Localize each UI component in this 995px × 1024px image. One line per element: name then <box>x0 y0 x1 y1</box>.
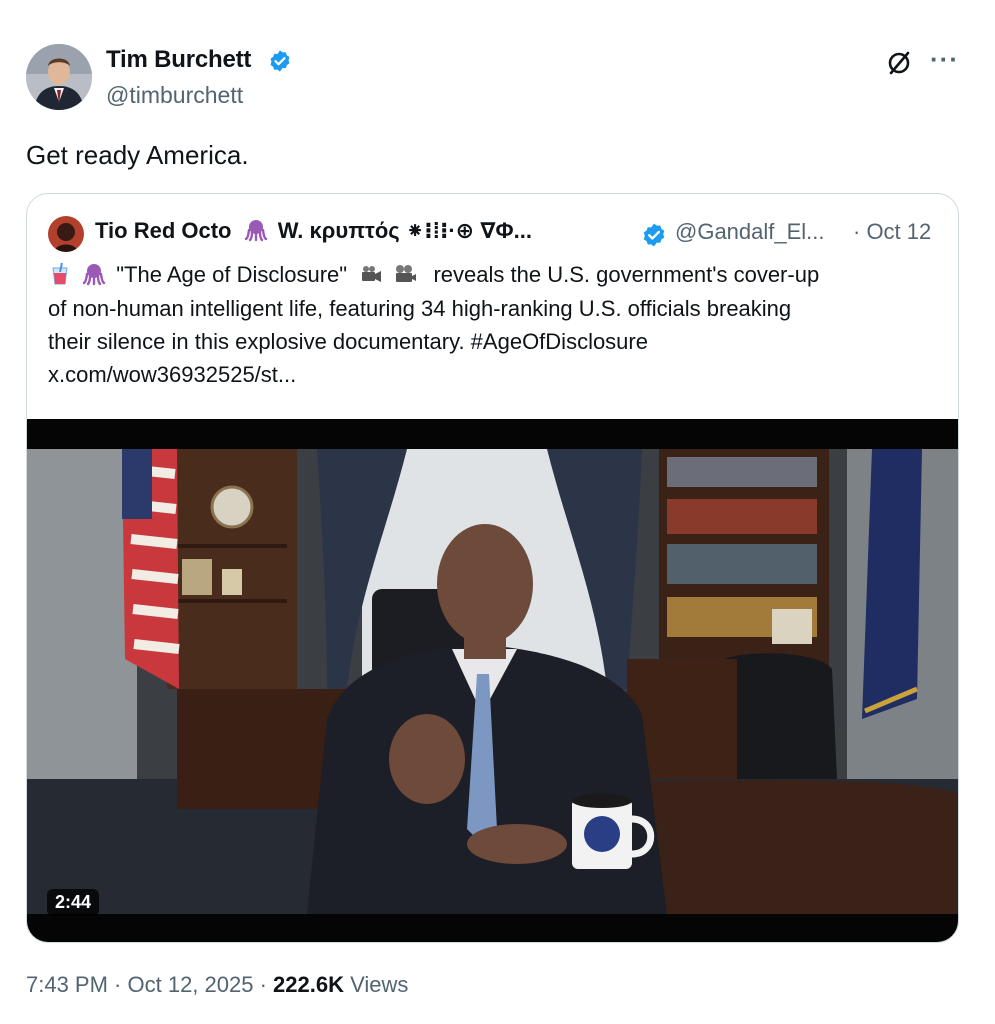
octopus-emoji-icon <box>244 220 267 242</box>
views-label: Views <box>344 972 409 997</box>
quote-text-line-2: of non-human intelligent life, featuring… <box>48 296 792 321</box>
video-thumbnail <box>27 449 958 914</box>
video-duration-badge: 2:44 <box>47 889 100 916</box>
author-avatar[interactable] <box>26 44 92 110</box>
quote-film-title: "The Age of Disclosure" <box>116 262 348 287</box>
quote-verified-badge-icon <box>643 223 665 247</box>
quote-link[interactable]: x.com/wow36932525/st... <box>48 362 296 388</box>
tweet-date[interactable]: Oct 12, 2025 <box>128 972 254 997</box>
quote-author-name[interactable]: Tio Red Octo W. κρυπτός ⁕⁝⁞⁝·⊕ ∇Φ... <box>95 218 532 244</box>
tweet: Tim Burchett @timburchett ··· Get ready … <box>0 0 995 1024</box>
meta-separator: · <box>253 972 274 997</box>
quote-text-rest: reveals the U.S. government's cover-up <box>433 262 820 287</box>
tweet-meta: 7:43 PM · Oct 12, 2025 · 222.6K Views <box>26 972 408 998</box>
meta-separator: · <box>107 972 128 997</box>
quote-author-name-text: Tio Red Octo <box>95 218 232 243</box>
movie-camera-emoji-icon <box>362 266 382 282</box>
author-name[interactable]: Tim Burchett <box>106 46 251 74</box>
grok-icon[interactable] <box>884 48 914 78</box>
quote-author-name-rest: W. κρυπτός ⁕⁝⁞⁝·⊕ ∇Φ... <box>277 218 532 243</box>
quote-date[interactable]: · Oct 12 <box>853 219 931 245</box>
more-options-icon[interactable]: ··· <box>930 44 959 75</box>
video-player[interactable]: 2:44 <box>27 419 958 942</box>
octopus-emoji-icon <box>82 264 106 286</box>
author-handle[interactable]: @timburchett <box>106 82 243 109</box>
tweet-text: Get ready America. <box>26 140 249 170</box>
quote-text-line-1: "The Age of Disclosure" reveals the U.S.… <box>48 262 819 288</box>
tweet-time[interactable]: 7:43 PM <box>26 972 108 997</box>
film-projector-emoji-icon <box>396 265 417 282</box>
quoted-tweet-card[interactable]: Tio Red Octo W. κρυπτός ⁕⁝⁞⁝·⊕ ∇Φ... @Ga… <box>26 193 959 943</box>
quote-author-avatar[interactable] <box>48 216 84 252</box>
views-count[interactable]: 222.6K <box>273 972 344 997</box>
quote-author-handle[interactable]: @Gandalf_El... <box>675 219 825 245</box>
quote-text-line-3: their silence in this explosive document… <box>48 329 648 354</box>
verified-badge-icon <box>270 50 290 72</box>
cup-emoji-icon <box>52 262 68 285</box>
